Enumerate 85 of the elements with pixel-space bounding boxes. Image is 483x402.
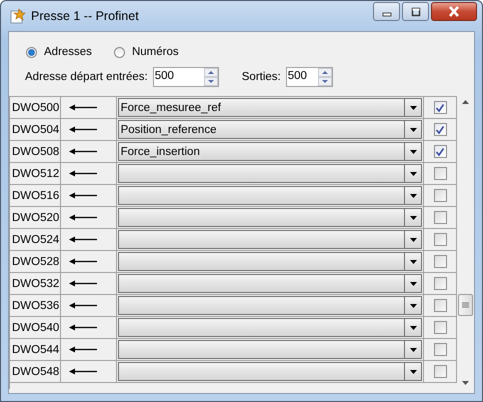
- close-icon: [447, 6, 461, 17]
- arrow-left-icon: [69, 258, 98, 265]
- maximize-button[interactable]: [402, 2, 429, 21]
- address-cell: DWO508: [12, 146, 60, 158]
- grip-icon: [462, 302, 469, 308]
- checkbox[interactable]: [434, 101, 447, 114]
- down-arrow-icon: [322, 80, 328, 83]
- field-label: Adresse départ entrées:: [25, 71, 148, 83]
- address-cell: DWO544: [12, 344, 60, 356]
- checkbox[interactable]: [434, 167, 447, 180]
- up-arrow-icon: [208, 71, 214, 74]
- address-cell: DWO504: [12, 124, 60, 136]
- variable-dropdown[interactable]: [118, 186, 422, 205]
- minimize-button[interactable]: [373, 2, 400, 21]
- arrow-left-icon: [69, 170, 98, 177]
- spin-field[interactable]: 500: [286, 67, 333, 87]
- checkbox[interactable]: [434, 277, 447, 290]
- caret-icon: [410, 260, 417, 264]
- caret-icon: [410, 106, 417, 110]
- address-cell: DWO524: [12, 234, 60, 246]
- scroll-up-icon: [462, 100, 469, 104]
- checkbox[interactable]: [434, 123, 447, 136]
- address-cell: DWO528: [12, 256, 60, 268]
- spin-field[interactable]: 500: [152, 67, 219, 87]
- caret-icon: [410, 326, 417, 330]
- variable-dropdown[interactable]: [118, 362, 422, 381]
- arrow-left-icon: [69, 280, 98, 287]
- caret-icon: [410, 238, 417, 242]
- variable-dropdown[interactable]: Force_mesuree_ref: [118, 98, 422, 117]
- caret-icon: [410, 348, 417, 352]
- caret-icon: [410, 128, 417, 132]
- arrow-left-icon: [69, 302, 98, 309]
- variable-dropdown[interactable]: [118, 340, 422, 359]
- variable-dropdown[interactable]: [118, 318, 422, 337]
- checkbox[interactable]: [434, 233, 447, 246]
- variable-dropdown[interactable]: [118, 252, 422, 271]
- variable-dropdown[interactable]: [118, 208, 422, 227]
- arrow-left-icon: [69, 346, 98, 353]
- address-cell: DWO512: [12, 168, 60, 180]
- caret-icon: [410, 194, 417, 198]
- variable-dropdown[interactable]: Position_reference: [118, 120, 422, 139]
- arrow-left-icon: [69, 324, 98, 331]
- arrow-left-icon: [69, 148, 98, 155]
- address-cell: DWO536: [12, 300, 60, 312]
- address-cell: DWO500: [12, 102, 60, 114]
- arrow-left-icon: [69, 368, 98, 375]
- radio-button[interactable]: Numéros: [114, 43, 179, 61]
- caret-icon: [410, 172, 417, 176]
- checkbox[interactable]: [434, 365, 447, 378]
- checkbox[interactable]: [434, 321, 447, 334]
- maximize-icon: [410, 6, 422, 16]
- variable-dropdown[interactable]: [118, 164, 422, 183]
- arrow-left-icon: [69, 104, 98, 111]
- address-cell: DWO516: [12, 190, 60, 202]
- checkbox[interactable]: [434, 211, 447, 224]
- arrow-left-icon: [69, 126, 98, 133]
- checkbox[interactable]: [434, 189, 447, 202]
- caret-icon: [410, 216, 417, 220]
- scroll-down-icon: [462, 381, 469, 385]
- app-icon: [10, 8, 26, 24]
- address-cell: DWO540: [12, 322, 60, 334]
- arrow-left-icon: [69, 214, 98, 221]
- variable-dropdown[interactable]: [118, 230, 422, 249]
- up-arrow-icon: [322, 71, 328, 74]
- arrow-left-icon: [69, 236, 98, 243]
- down-arrow-icon: [208, 80, 214, 83]
- checkbox[interactable]: [434, 343, 447, 356]
- window-title: Presse 1 -- Profinet: [31, 9, 139, 23]
- radio-button[interactable]: Adresses: [26, 43, 92, 61]
- arrow-left-icon: [69, 192, 98, 199]
- address-cell: DWO548: [12, 366, 60, 378]
- close-button[interactable]: [431, 2, 477, 21]
- variable-dropdown[interactable]: Force_insertion: [118, 142, 422, 161]
- checkbox[interactable]: [434, 299, 447, 312]
- caret-icon: [410, 370, 417, 374]
- variable-dropdown[interactable]: [118, 274, 422, 293]
- checkbox[interactable]: [434, 255, 447, 268]
- caret-icon: [410, 150, 417, 154]
- caret-icon: [410, 304, 417, 308]
- address-cell: DWO532: [12, 278, 60, 290]
- checkbox[interactable]: [434, 145, 447, 158]
- variable-dropdown[interactable]: [118, 296, 422, 315]
- field-label: Sorties:: [242, 71, 281, 83]
- address-cell: DWO520: [12, 212, 60, 224]
- caret-icon: [410, 282, 417, 286]
